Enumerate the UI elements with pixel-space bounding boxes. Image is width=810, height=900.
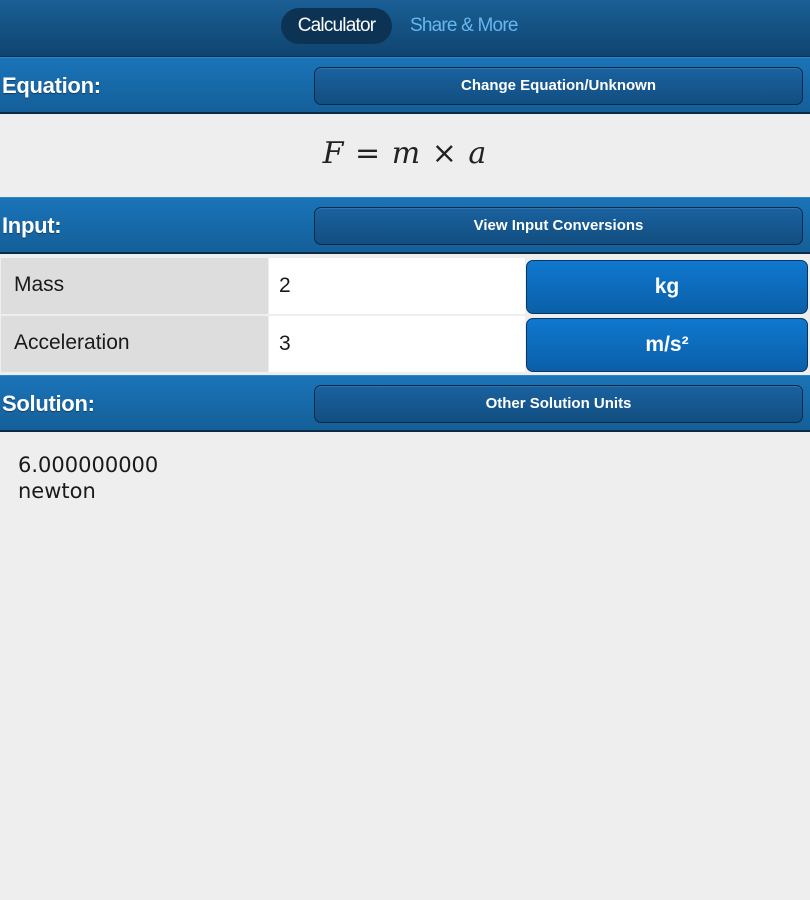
equation-label: Equation: [2,73,101,98]
change-equation-button[interactable]: Change Equation/Unknown [314,67,803,105]
input-row-mass: Mass 2 kg [0,258,810,314]
view-input-conversions-button[interactable]: View Input Conversions [314,207,803,245]
equation-formula: F = m × a [0,136,810,171]
top-tab-bar: Calculator Share & More [0,0,810,57]
equation-operator: × [431,136,458,171]
tab-calculator[interactable]: Calculator [281,8,392,44]
mass-unit-button[interactable]: kg [526,260,808,314]
acceleration-input[interactable]: 3 [269,316,525,372]
solution-result: 6.000000000 newton [18,452,158,504]
solution-label: Solution: [2,391,95,416]
solution-unit: newton [18,479,96,503]
solution-value: 6.000000000 [18,453,159,477]
input-label: Input: [2,213,62,238]
equation-term-m: m [391,136,422,171]
equation-header: Equation: Change Equation/Unknown [0,57,810,114]
equation-term-a: a [468,136,488,171]
mass-input[interactable]: 2 [269,258,525,314]
equation-display: F = m × a [0,116,810,197]
solution-header: Solution: Other Solution Units [0,375,810,432]
other-solution-units-button[interactable]: Other Solution Units [314,385,803,423]
acceleration-unit-button[interactable]: m/s² [526,318,808,372]
acceleration-label: Acceleration [1,316,268,372]
mass-label: Mass [1,258,268,314]
equation-equals: = [355,136,382,171]
input-header: Input: View Input Conversions [0,197,810,254]
input-row-acceleration: Acceleration 3 m/s² [0,316,810,372]
equation-lhs: F [322,136,345,171]
tab-share-more[interactable]: Share & More [410,8,518,44]
